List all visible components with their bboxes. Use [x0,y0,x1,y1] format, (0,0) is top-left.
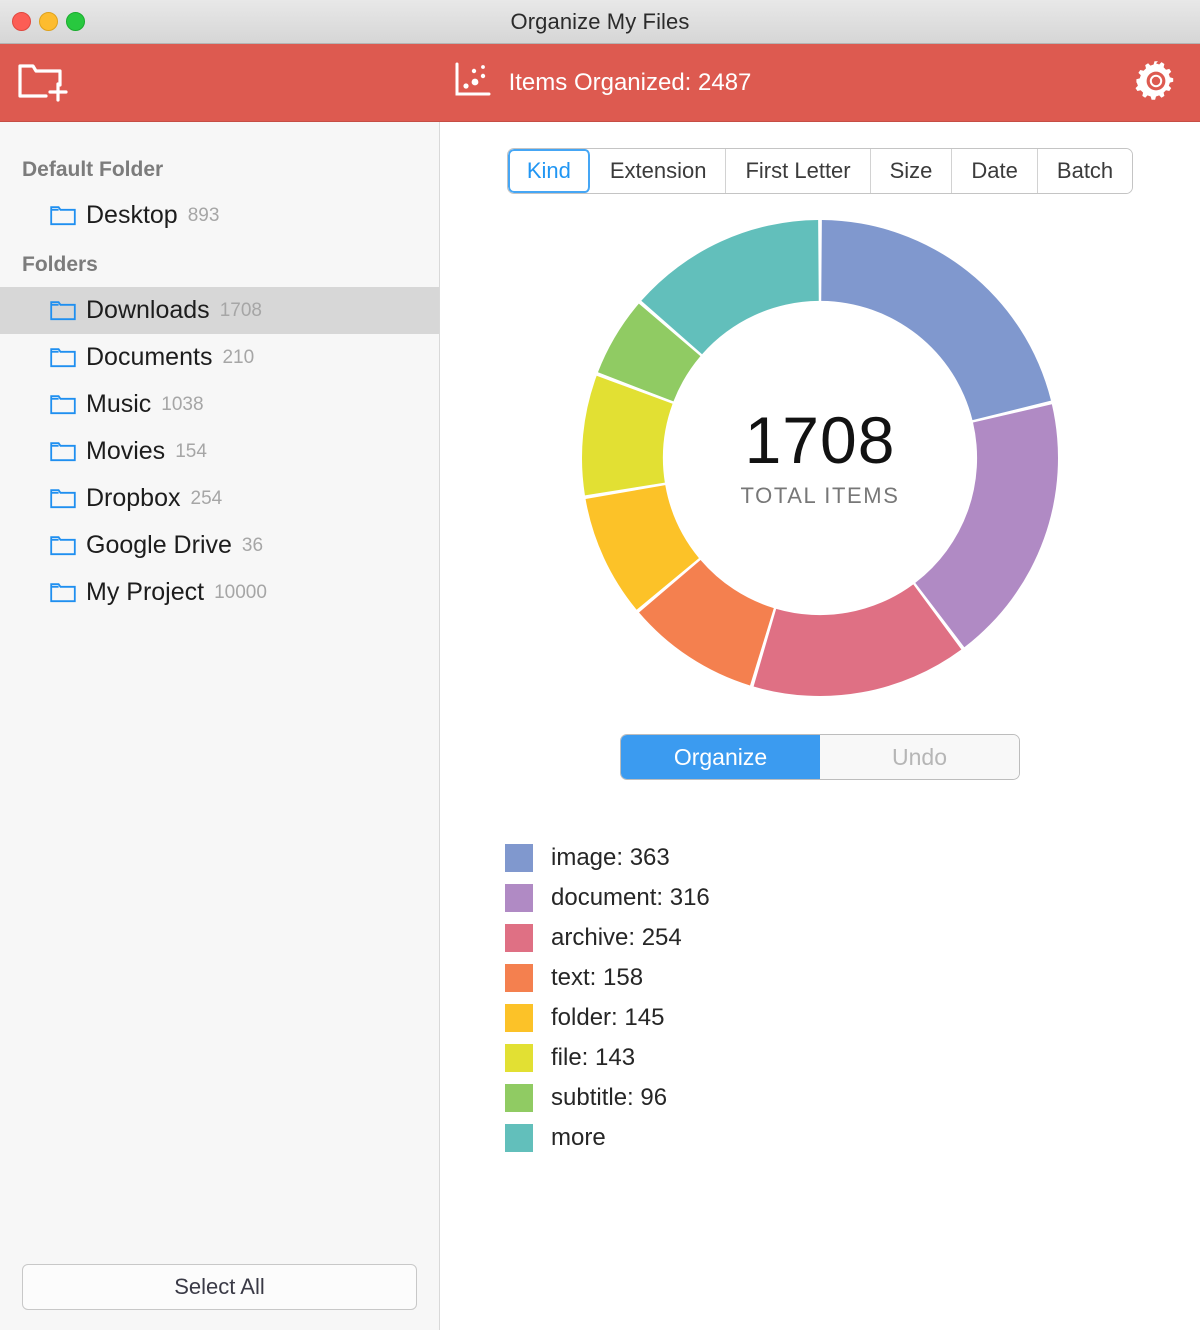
folder-name: My Project [86,578,205,606]
chart-legend: image: 363 document: 316 archive: 254 text:… [505,838,710,1158]
legend-label: folder: 145 [551,1004,665,1031]
folder-name: Movies [86,437,166,465]
add-folder-button[interactable] [16,59,68,106]
sidebar-item-dropbox[interactable]: Dropbox 254 [0,475,439,522]
legend-item-archive: archive: 254 [505,918,710,958]
legend-item-file: file: 143 [505,1038,710,1078]
settings-button[interactable] [1134,59,1178,106]
donut-chart: 1708 TOTAL ITEMS [570,208,1070,708]
legend-swatch [505,1004,533,1032]
tab-extension[interactable]: Extension [590,149,727,193]
folder-icon [50,535,76,556]
folder-icon [50,488,76,509]
legend-item-text: text: 158 [505,958,710,998]
sidebar-item-desktop[interactable]: Desktop 893 [0,192,439,239]
grouping-tabs: Kind Extension First Letter Size Date Ba… [506,148,1134,194]
folder-count: 893 [187,204,220,226]
toolbar-right [1134,59,1200,106]
legend-label: file: 143 [551,1044,636,1071]
folder-count: 210 [222,346,255,368]
folder-count: 10000 [214,581,267,603]
donut-segment-image[interactable] [821,220,1051,421]
sidebar-item-my-project[interactable]: My Project 10000 [0,569,439,616]
folder-icon [50,394,76,415]
folder-list: Default Folder Desktop 893 Folders Downl… [0,122,439,1244]
window-title: Organize My Files [510,8,690,34]
folder-count: 254 [190,487,223,509]
toolbar-center: Items Organized: 2487 [0,58,1200,107]
legend-swatch [505,844,533,872]
tab-kind[interactable]: Kind [507,149,591,193]
folder-count: 1708 [219,299,262,321]
folder-name: Music [86,390,152,418]
legend-label: image: 363 [551,844,670,871]
folder-plus-icon [16,59,68,106]
folder-name: Google Drive [86,531,232,559]
legend-swatch [505,1124,533,1152]
folder-icon [50,300,76,321]
sidebar-footer: Select All [0,1244,439,1330]
folder-icon [50,347,76,368]
legend-item-folder: folder: 145 [505,998,710,1038]
sidebar-item-documents[interactable]: Documents 210 [0,334,439,381]
sidebar-item-movies[interactable]: Movies 154 [0,428,439,475]
gear-icon [1134,59,1178,106]
folder-count: 154 [175,440,207,462]
folder-count: 1038 [161,393,204,415]
sidebar-item-music[interactable]: Music 1038 [0,381,439,428]
sidebar-item-downloads[interactable]: Downloads 1708 [0,287,439,334]
legend-swatch [505,884,533,912]
folder-name: Dropbox [86,484,181,512]
sidebar-item-google-drive[interactable]: Google Drive 36 [0,522,439,569]
folder-icon [50,582,76,603]
tab-batch[interactable]: Batch [1037,149,1133,193]
legend-swatch [505,1084,533,1112]
folder-name: Desktop [86,201,178,229]
legend-label: document: 316 [551,884,710,911]
undo-button: Undo [820,735,1019,779]
organize-button[interactable]: Organize [621,735,820,779]
folder-name: Documents [86,343,213,371]
content-area: Default Folder Desktop 893 Folders Downl… [0,122,1200,1330]
toolbar-left [0,59,120,106]
legend-label: archive: 254 [551,924,682,951]
donut-segment-document[interactable] [915,404,1058,648]
sidebar: Default Folder Desktop 893 Folders Downl… [0,122,440,1330]
folder-name: Downloads [86,296,210,324]
select-all-button[interactable]: Select All [22,1264,417,1310]
folder-count: 36 [241,534,264,556]
legend-swatch [505,1044,533,1072]
legend-swatch [505,924,533,952]
legend-item-image: image: 363 [505,838,710,878]
folder-icon [50,441,76,462]
legend-label: text: 158 [551,964,644,991]
legend-item-more: more [505,1118,710,1158]
title-bar: Organize My Files [0,0,1200,44]
donut-svg [582,220,1058,696]
main-panel: Kind Extension First Letter Size Date Ba… [440,122,1200,1330]
sidebar-section-header-default: Default Folder [22,158,164,181]
legend-item-document: document: 316 [505,878,710,918]
app-window: Organize My Files Items Organized: 2487 … [0,0,1200,1330]
legend-swatch [505,964,533,992]
folder-icon [50,205,76,226]
toolbar: Items Organized: 2487 [0,44,1200,122]
legend-item-subtitle: subtitle: 96 [505,1078,710,1118]
legend-label: more [551,1124,606,1151]
tab-size[interactable]: Size [870,149,953,193]
scatter-chart-icon [449,58,493,107]
tab-date[interactable]: Date [952,149,1038,193]
items-organized-label: Items Organized: 2487 [508,68,752,96]
sidebar-section-header-folders: Folders [22,253,98,276]
legend-label: subtitle: 96 [551,1084,668,1111]
tab-first-letter[interactable]: First Letter [726,149,871,193]
action-buttons: Organize Undo [620,734,1020,780]
